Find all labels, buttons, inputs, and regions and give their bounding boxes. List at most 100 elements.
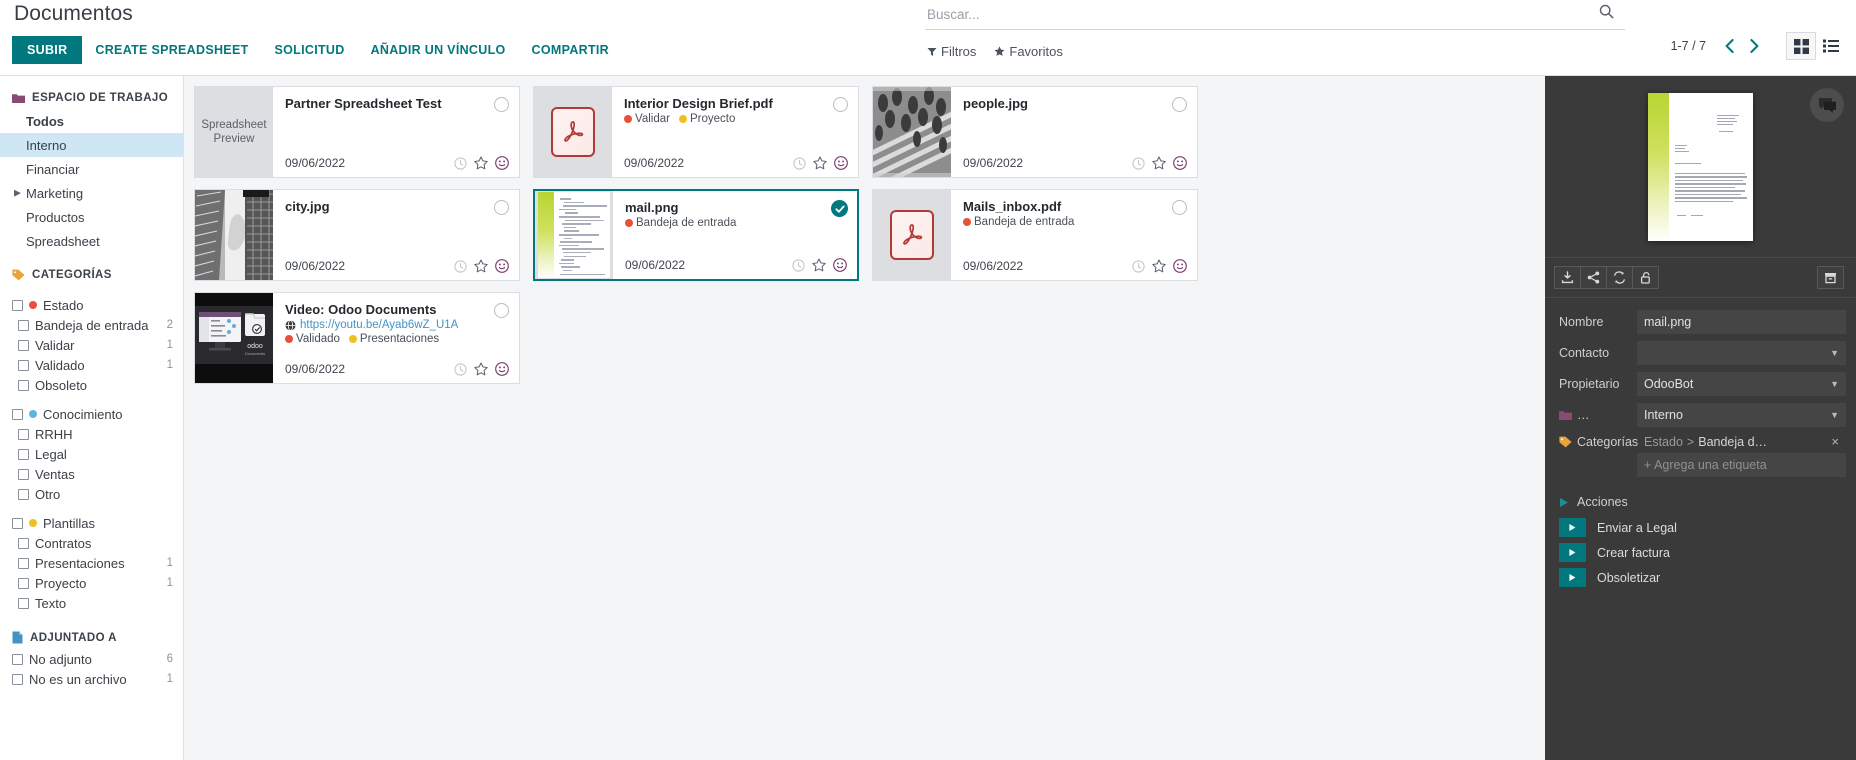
- create-spreadsheet-button[interactable]: CREATE SPREADSHEET: [82, 36, 261, 64]
- sidebar-item-todos[interactable]: Todos: [0, 109, 183, 133]
- card-select-circle[interactable]: [833, 97, 848, 112]
- checkbox[interactable]: [18, 468, 29, 480]
- star-icon[interactable]: [474, 259, 488, 273]
- smiley-icon[interactable]: [834, 156, 848, 170]
- sidebar-item-interno[interactable]: Interno: [0, 133, 183, 157]
- add-tag-input[interactable]: + Agrega una etiqueta: [1637, 453, 1846, 477]
- card-thumbnail[interactable]: [873, 87, 951, 177]
- document-preview[interactable]: [1545, 76, 1856, 258]
- upload-button[interactable]: SUBIR: [12, 36, 83, 64]
- card-thumbnail[interactable]: [873, 190, 951, 280]
- star-icon[interactable]: [1152, 156, 1166, 170]
- checkbox[interactable]: [18, 339, 29, 351]
- category-item-rrhh[interactable]: RRHH: [0, 424, 183, 444]
- card-select-circle[interactable]: [494, 303, 509, 318]
- attached-item-no-adjunto[interactable]: No adjunto 6: [0, 649, 183, 669]
- card-thumbnail[interactable]: odoo Documents: [195, 293, 273, 383]
- category-item-validar[interactable]: Validar 1: [0, 335, 183, 355]
- clock-icon[interactable]: [792, 258, 805, 272]
- card-thumbnail[interactable]: [195, 190, 273, 280]
- checkbox[interactable]: [18, 448, 29, 460]
- search-input[interactable]: [925, 7, 1625, 22]
- checkbox[interactable]: [18, 537, 29, 549]
- chevron-down-icon[interactable]: ▼: [1830, 379, 1839, 389]
- card-tag[interactable]: Proyecto: [678, 113, 735, 125]
- star-icon[interactable]: [474, 362, 488, 376]
- action-label[interactable]: Crear factura: [1597, 546, 1670, 560]
- share-button[interactable]: COMPARTIR: [519, 36, 622, 64]
- document-card[interactable]: Mails_inbox.pdf Bandeja de entrada 09/06…: [872, 189, 1198, 281]
- clock-icon[interactable]: [793, 156, 806, 170]
- card-tag[interactable]: Bandeja de entrada: [963, 216, 1074, 228]
- chevron-down-icon[interactable]: ▼: [1830, 348, 1839, 358]
- document-card[interactable]: odoo Documents Video: Odoo Documents htt…: [194, 292, 520, 384]
- filters-dropdown[interactable]: Filtros: [927, 44, 976, 59]
- clock-icon[interactable]: [454, 259, 467, 273]
- category-group-conocimiento[interactable]: Conocimiento: [0, 404, 183, 424]
- star-icon[interactable]: [474, 156, 488, 170]
- lock-icon[interactable]: [1632, 266, 1659, 289]
- field-value[interactable]: ▼: [1637, 341, 1846, 365]
- document-card[interactable]: city.jpg 09/06/2022: [194, 189, 520, 281]
- run-action-button[interactable]: [1559, 543, 1586, 562]
- card-thumbnail[interactable]: [535, 191, 613, 279]
- category-item-obsoleto[interactable]: Obsoleto: [0, 375, 183, 395]
- list-view-button[interactable]: [1816, 32, 1846, 60]
- checkbox[interactable]: [18, 557, 29, 569]
- card-tag[interactable]: Validar: [624, 113, 670, 125]
- smiley-icon[interactable]: [1173, 259, 1187, 273]
- search-icon[interactable]: [1599, 4, 1614, 19]
- card-select-circle[interactable]: [1172, 200, 1187, 215]
- pager-next-button[interactable]: [1743, 37, 1766, 55]
- category-item-ventas[interactable]: Ventas: [0, 464, 183, 484]
- checkbox[interactable]: [18, 488, 29, 500]
- card-tag[interactable]: Bandeja de entrada: [625, 217, 736, 229]
- document-card[interactable]: Spreadsheet Preview Partner Spreadsheet …: [194, 86, 520, 178]
- clock-icon[interactable]: [1132, 156, 1145, 170]
- checkbox[interactable]: [18, 428, 29, 440]
- checkbox[interactable]: [12, 653, 23, 665]
- checkbox[interactable]: [18, 577, 29, 589]
- card-tag[interactable]: Validado: [285, 333, 340, 345]
- category-group-estado[interactable]: Estado: [0, 295, 183, 315]
- checkbox[interactable]: [12, 673, 23, 685]
- checkbox[interactable]: [18, 379, 29, 391]
- sidebar-item-financiar[interactable]: Financiar: [0, 157, 183, 181]
- checkbox[interactable]: [18, 359, 29, 371]
- card-thumbnail[interactable]: [534, 87, 612, 177]
- request-button[interactable]: SOLICITUD: [262, 36, 358, 64]
- category-item-texto[interactable]: Texto: [0, 593, 183, 613]
- kanban-view-button[interactable]: [1786, 32, 1816, 60]
- document-card[interactable]: Interior Design Brief.pdf Validar Proyec…: [533, 86, 859, 178]
- document-card[interactable]: mail.png Bandeja de entrada 09/06/2022: [533, 189, 859, 281]
- category-item-bandeja-de-entrada[interactable]: Bandeja de entrada 2: [0, 315, 183, 335]
- checkbox[interactable]: [18, 319, 29, 331]
- run-action-button[interactable]: [1559, 518, 1586, 537]
- category-item-validado[interactable]: Validado 1: [0, 355, 183, 375]
- field-value[interactable]: Interno ▼: [1637, 403, 1846, 427]
- smiley-icon[interactable]: [495, 362, 509, 376]
- checkbox[interactable]: [18, 597, 29, 609]
- pager-previous-button[interactable]: [1718, 37, 1741, 55]
- actions-header[interactable]: Acciones: [1559, 495, 1846, 509]
- attached-item-no-es-un-archivo[interactable]: No es un archivo 1: [0, 669, 183, 689]
- run-action-button[interactable]: [1559, 568, 1586, 587]
- sidebar-item-productos[interactable]: Productos: [0, 205, 183, 229]
- card-thumbnail[interactable]: Spreadsheet Preview: [195, 87, 273, 177]
- chat-icon[interactable]: [1810, 88, 1844, 122]
- replace-icon[interactable]: [1606, 266, 1633, 289]
- smiley-icon[interactable]: [833, 258, 847, 272]
- checkbox[interactable]: [12, 299, 23, 311]
- download-icon[interactable]: [1554, 266, 1581, 289]
- star-icon[interactable]: [813, 156, 827, 170]
- category-tag-value[interactable]: Estado > Bandeja d… ×: [1637, 434, 1846, 449]
- card-select-circle[interactable]: [1172, 97, 1187, 112]
- clock-icon[interactable]: [1132, 259, 1145, 273]
- field-value[interactable]: mail.png: [1637, 310, 1846, 334]
- card-select-circle[interactable]: [494, 200, 509, 215]
- clock-icon[interactable]: [454, 362, 467, 376]
- category-item-otro[interactable]: Otro: [0, 484, 183, 504]
- sidebar-item-spreadsheet[interactable]: Spreadsheet: [0, 229, 183, 253]
- action-label[interactable]: Enviar a Legal: [1597, 521, 1677, 535]
- category-group-plantillas[interactable]: Plantillas: [0, 513, 183, 533]
